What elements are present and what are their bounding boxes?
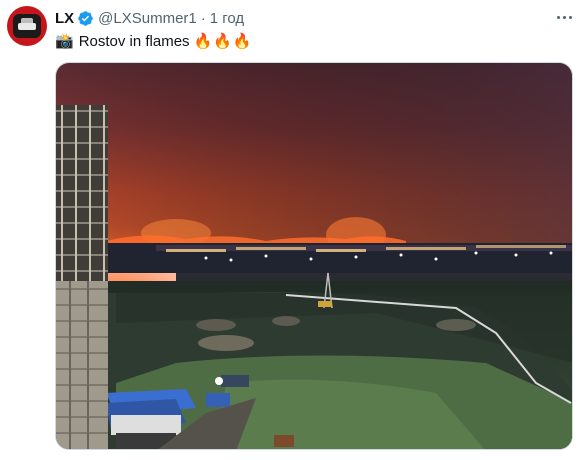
- author-avatar[interactable]: [7, 6, 47, 46]
- author-name[interactable]: LX: [55, 10, 74, 27]
- avatar-car-image: [13, 14, 41, 38]
- tweet-header: LX @LXSummer1 · 1 год: [55, 8, 244, 28]
- tweet-timestamp[interactable]: 1 год: [210, 10, 244, 27]
- tweet-card[interactable]: LX @LXSummer1 · 1 год 📸 Rostov in flames…: [0, 0, 579, 460]
- camera-flash-icon: 📸: [55, 33, 74, 50]
- tweet-photo[interactable]: [55, 62, 573, 450]
- verified-badge-icon: [78, 10, 93, 26]
- tweet-text: 📸 Rostov in flames 🔥🔥🔥: [55, 31, 253, 51]
- more-options-icon[interactable]: [552, 9, 576, 25]
- fire-icon: 🔥🔥🔥: [193, 33, 253, 50]
- night-fire-photo: [56, 63, 572, 449]
- tweet-text-content: Rostov in flames: [78, 32, 190, 50]
- separator-dot: ·: [200, 9, 206, 27]
- author-handle[interactable]: @LXSummer1: [98, 10, 197, 27]
